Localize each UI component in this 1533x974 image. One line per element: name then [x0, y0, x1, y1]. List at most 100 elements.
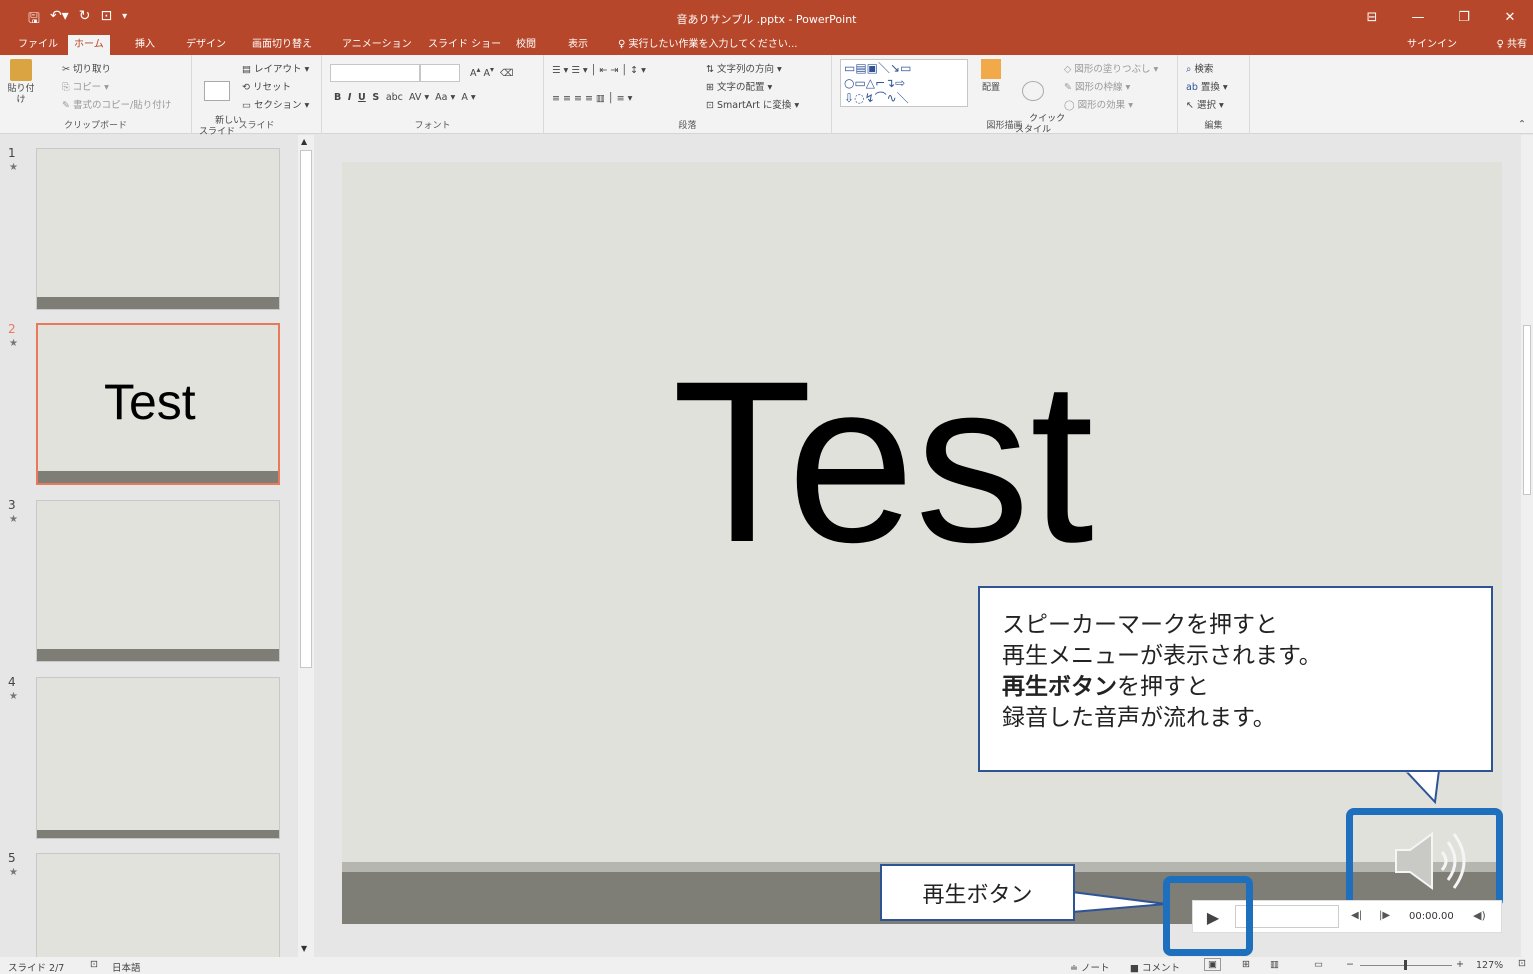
format-painter-button[interactable]: ✎ 書式のコピー/貼り付け [62, 97, 171, 111]
text-direction-button[interactable]: ⇅ 文字列の方向 ▾ [706, 61, 782, 75]
close-icon[interactable]: ✕ [1487, 0, 1533, 35]
tab-design[interactable]: デザイン [180, 35, 232, 55]
forward-icon[interactable]: |▶ [1379, 910, 1390, 921]
tab-file[interactable]: ファイル [12, 35, 64, 55]
animation-star-icon: ★ [9, 514, 18, 525]
share-button[interactable]: ♀ 共有 [1496, 35, 1527, 55]
quick-styles-icon [1022, 81, 1044, 101]
tab-insert[interactable]: 挿入 [129, 35, 161, 55]
slide-counter: スライド 2/7 [8, 963, 65, 974]
group-label: スライド [238, 121, 275, 131]
shape-effects-button[interactable]: ◯ 図形の効果 ▾ [1064, 97, 1133, 111]
rewind-icon[interactable]: ◀| [1351, 910, 1362, 921]
replace-button[interactable]: ab 置換 ▾ [1186, 79, 1228, 93]
editing-group: ⌕ 検索 ab 置換 ▾ ↖ 選択 ▾ 編集 [1178, 55, 1250, 134]
slide-number: 3 [8, 498, 16, 512]
find-button[interactable]: ⌕ 検索 [1186, 61, 1213, 75]
zoom-level[interactable]: 127% [1476, 960, 1503, 971]
scroll-up-icon[interactable]: ▲ [301, 137, 307, 146]
font-style-buttons[interactable]: B I U S abc AV ▾ Aa ▾ A ▾ [334, 92, 476, 103]
callout-tail [1403, 770, 1441, 804]
scroll-down-icon[interactable]: ▼ [301, 944, 307, 953]
slide-thumbnail-4[interactable] [36, 677, 280, 839]
callout-line: 再生ボタンを押すと [1002, 674, 1209, 700]
clipboard-group: 貼り付け ✂ 切り取り ⎘ コピー ▾ ✎ 書式のコピー/貼り付け クリップボー… [0, 55, 192, 134]
shape-fill-button[interactable]: ◇ 図形の塗りつぶし ▾ [1064, 61, 1158, 75]
volume-icon[interactable]: ◀) [1473, 909, 1486, 922]
tab-transitions[interactable]: 画面切り替え [246, 35, 318, 55]
comment-icon: ■ [1130, 963, 1139, 974]
zoom-slider-thumb[interactable] [1404, 960, 1407, 970]
search-icon: ⌕ [1186, 64, 1192, 75]
callout-line: 録音した音声が流れます。 [1002, 705, 1276, 731]
ribbon-tabs: ファイル ホーム 挿入 デザイン 画面切り替え アニメーション スライド ショー… [0, 35, 1533, 56]
drawing-group: ▭▤▣＼↘▭ ○▭△⌐↴⇨ ⇩◌↯⌒∿＼ 配置 クイック スタイル ◇ 図形の塗りつ… [832, 55, 1178, 135]
status-bar: スライド 2/7 ⊡ 日本語 ≐ ノート ■ コメント ▣ ⊞ ▥ ▭ − + … [0, 957, 1533, 974]
animation-star-icon: ★ [9, 691, 18, 702]
shape-outline-button[interactable]: ✎ 図形の枠線 ▾ [1064, 79, 1130, 93]
signin-link[interactable]: サインイン [1407, 35, 1457, 55]
layout-button[interactable]: ▤ レイアウト ▾ [242, 61, 309, 75]
scrollbar-thumb[interactable] [300, 150, 312, 668]
callout-line: スピーカーマークを押すと [1002, 612, 1278, 638]
quick-styles-button[interactable]: クイック スタイル [1012, 59, 1065, 147]
section-button[interactable]: ▭ セクション ▾ [242, 97, 309, 111]
tab-home[interactable]: ホーム [68, 35, 110, 56]
comments-button[interactable]: ■ コメント [1130, 960, 1180, 974]
font-size-box[interactable] [420, 64, 460, 82]
align-text-button[interactable]: ⊞ 文字の配置 ▾ [706, 79, 772, 93]
tab-animations[interactable]: アニメーション [336, 35, 418, 55]
ribbon-display-options-icon[interactable]: ⊟ [1349, 0, 1395, 35]
slide-number: 4 [8, 675, 16, 689]
restore-icon[interactable]: ❐ [1441, 0, 1487, 35]
clear-format-icon: ⌫ [500, 68, 514, 80]
slide-title-text[interactable]: Test [672, 347, 1094, 577]
speaker-icon[interactable] [1392, 830, 1474, 892]
tell-me-search[interactable]: ♀ 実行したい作業を入力してください... [618, 35, 797, 55]
tab-view[interactable]: 表示 [562, 35, 594, 55]
tab-review[interactable]: 校閲 [510, 35, 542, 55]
play-button[interactable]: ▶ [1196, 905, 1230, 929]
language-indicator[interactable]: 日本語 [112, 960, 141, 974]
slide-thumbnail-5[interactable] [36, 853, 280, 957]
shapes-gallery[interactable]: ▭▤▣＼↘▭ ○▭△⌐↴⇨ ⇩◌↯⌒∿＼ [840, 59, 968, 107]
normal-view-icon[interactable]: ▣ [1204, 958, 1221, 971]
cursor-icon: ↖ [1186, 100, 1194, 111]
fit-to-window-icon[interactable]: ⊡ [1518, 958, 1526, 969]
minimize-icon[interactable]: — [1395, 0, 1441, 35]
reading-view-icon[interactable]: ▥ [1270, 959, 1279, 970]
collapse-ribbon-icon[interactable]: ⌃ [1518, 119, 1526, 130]
play-button-label: 再生ボタン [880, 864, 1075, 921]
reset-button[interactable]: ⟲ リセット [242, 79, 291, 93]
zoom-out-icon[interactable]: − [1346, 959, 1354, 970]
align-text-icon: ⊞ [706, 82, 714, 93]
align-buttons[interactable]: ≡ ≡ ≡ ≡ ▥ │ ≡ ▾ [552, 93, 632, 104]
cut-button[interactable]: ✂ 切り取り [62, 61, 111, 75]
tab-slideshow[interactable]: スライド ショー [422, 35, 507, 55]
font-size-buttons[interactable]: A▴ A▾ ⌫ [470, 65, 513, 79]
slide-canvas[interactable]: Test [342, 162, 1502, 924]
smartart-button[interactable]: ⊡ SmartArt に変換 ▾ [706, 97, 799, 111]
scrollbar-thumb[interactable] [1523, 325, 1531, 495]
copy-button[interactable]: ⎘ コピー ▾ [62, 79, 109, 93]
paste-button[interactable]: 貼り付け [4, 59, 38, 106]
slide-thumbnail-2[interactable]: Test [36, 323, 280, 485]
spellcheck-icon[interactable]: ⊡ [90, 959, 98, 970]
title-bar: 🖫 ↶▾ ↻ ⊡ ▾ 音ありサンプル .pptx - PowerPoint ⊟ … [0, 0, 1533, 35]
notes-button[interactable]: ≐ ノート [1070, 960, 1109, 974]
select-button[interactable]: ↖ 選択 ▾ [1186, 97, 1224, 111]
slide-sorter-icon[interactable]: ⊞ [1242, 959, 1250, 970]
slide-thumbnail-3[interactable] [36, 500, 280, 662]
slide-thumbnail-1[interactable] [36, 148, 280, 310]
font-name-box[interactable] [330, 64, 420, 82]
callout-line: 再生メニューが表示されます。 [1002, 643, 1322, 669]
zoom-in-icon[interactable]: + [1456, 959, 1464, 970]
slideshow-view-icon[interactable]: ▭ [1314, 959, 1323, 970]
arrange-button[interactable]: 配置 [976, 59, 1006, 94]
slide-scrollbar[interactable] [1521, 135, 1533, 957]
group-label: 図形描画 [986, 121, 1023, 131]
list-buttons[interactable]: ☰ ▾ ☰ ▾ │ ⇤ ⇥ │ ↕ ▾ [552, 65, 646, 76]
reset-icon: ⟲ [242, 82, 250, 93]
slide-number: 1 [8, 146, 16, 160]
paste-icon [10, 59, 32, 81]
